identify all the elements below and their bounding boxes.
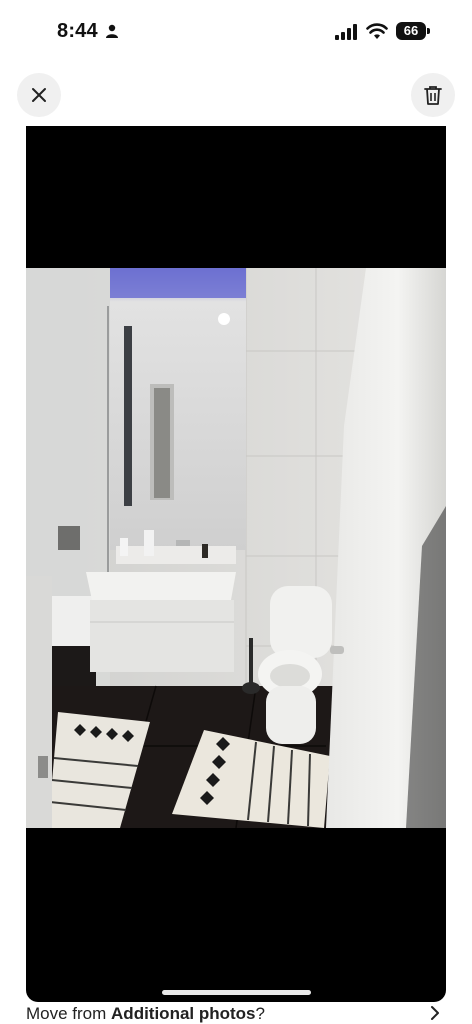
battery-icon: 66 <box>396 22 430 40</box>
move-from-prompt[interactable]: Move from Additional photos? <box>26 1004 265 1024</box>
prompt-suffix: ? <box>255 1004 265 1023</box>
signal-icon <box>335 24 357 40</box>
trash-icon <box>424 86 442 105</box>
close-icon <box>32 88 46 102</box>
bathroom-image <box>26 268 446 829</box>
prompt-target: Additional photos <box>111 1004 256 1023</box>
person-icon <box>106 24 118 38</box>
battery-level: 66 <box>396 22 426 40</box>
bathroom-photo[interactable] <box>26 126 446 1002</box>
prompt-prefix: Move from <box>26 1004 112 1023</box>
wifi-icon <box>366 23 388 39</box>
home-indicator <box>162 990 311 995</box>
status-time: 8:44 <box>57 20 98 42</box>
status-bar: 8:44 66 <box>0 0 472 60</box>
close-button[interactable] <box>17 73 61 117</box>
chevron-right-icon[interactable] <box>428 1005 442 1021</box>
delete-button[interactable] <box>411 73 455 117</box>
